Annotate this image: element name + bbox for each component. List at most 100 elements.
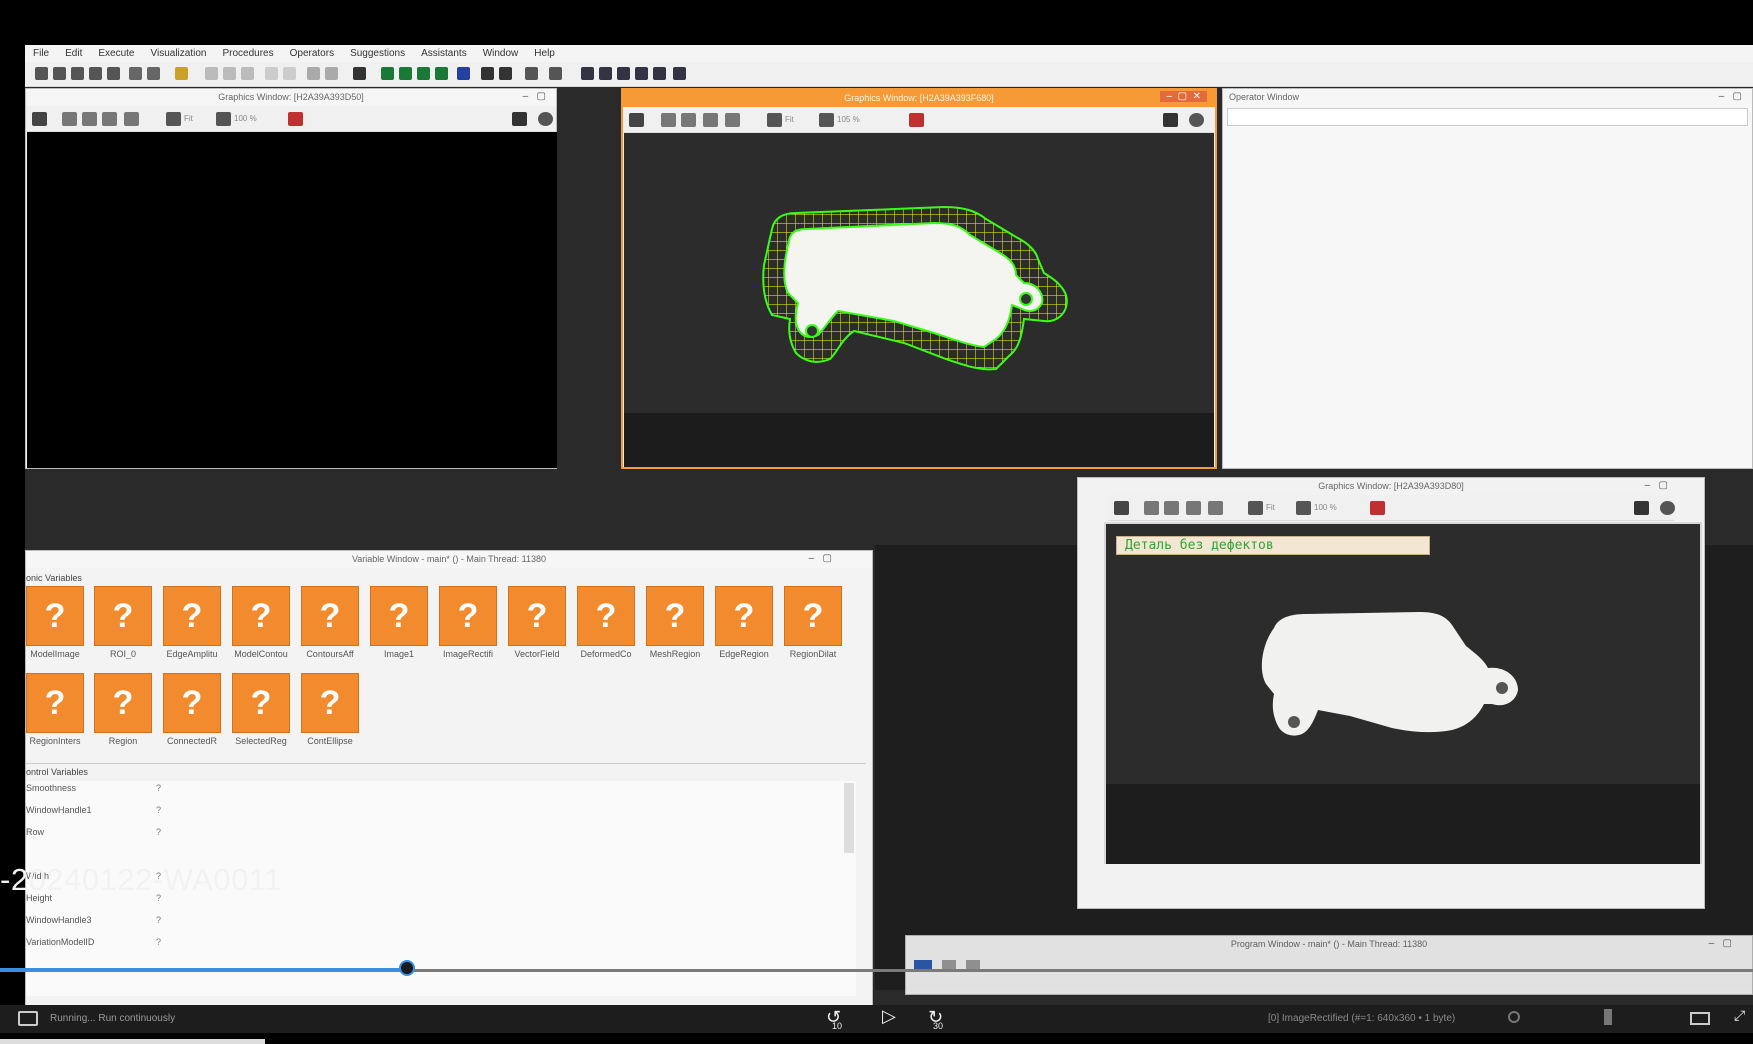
- menu-operators[interactable]: Operators: [282, 48, 342, 59]
- paste-icon[interactable]: [241, 67, 254, 80]
- control-variable-row[interactable]: Row?: [26, 827, 166, 837]
- outdent-icon[interactable]: [325, 67, 338, 80]
- menu-assistants[interactable]: Assistants: [413, 48, 475, 59]
- control-variable-row[interactable]: VariationModelID?: [26, 937, 166, 947]
- edit-icon[interactable]: [32, 112, 47, 126]
- iconic-variable-tile[interactable]: ?: [439, 586, 497, 646]
- menu-suggestions[interactable]: Suggestions: [342, 48, 413, 59]
- gray-histogram-icon[interactable]: [599, 67, 612, 80]
- line-profile-icon[interactable]: [653, 67, 666, 80]
- step-over-icon[interactable]: [399, 67, 412, 80]
- zoom-label[interactable]: 100 %: [234, 114, 257, 123]
- window-controls[interactable]: – ▢: [809, 553, 832, 564]
- captions-icon[interactable]: [18, 1011, 38, 1026]
- zoom-in-icon[interactable]: [725, 113, 740, 127]
- read-image-icon[interactable]: [129, 67, 142, 80]
- miniplayer-icon[interactable]: [1690, 1012, 1710, 1025]
- menu-help[interactable]: Help: [526, 48, 563, 59]
- graphics-window-center[interactable]: Graphics Window: [H2A39A393F680] – ▢ ✕ F…: [621, 88, 1217, 469]
- copy-icon[interactable]: [223, 67, 236, 80]
- iconic-variable-tile[interactable]: ?: [301, 673, 359, 733]
- iconic-variable-tile[interactable]: ?: [508, 586, 566, 646]
- iconic-variable-tile[interactable]: ?: [163, 673, 221, 733]
- zoom-label[interactable]: 100 %: [1314, 503, 1337, 512]
- iconic-variable-tile[interactable]: ?: [163, 586, 221, 646]
- activate-icon[interactable]: [525, 67, 538, 80]
- print-icon[interactable]: [107, 67, 120, 80]
- iconic-variable-tile[interactable]: ?: [232, 586, 290, 646]
- stop-icon[interactable]: [457, 67, 470, 80]
- feature-histogram-icon[interactable]: [617, 67, 630, 80]
- play-icon[interactable]: ▷: [882, 1006, 896, 1027]
- open-image-icon[interactable]: [147, 67, 160, 80]
- iconic-variable-tile[interactable]: ?: [715, 586, 773, 646]
- window-controls[interactable]: – ▢: [523, 91, 546, 102]
- indent-icon[interactable]: [307, 67, 320, 80]
- zoom-window-icon[interactable]: [581, 67, 594, 80]
- zoom-in-icon[interactable]: [1208, 501, 1223, 515]
- edit-icon[interactable]: [629, 113, 644, 127]
- step-into-icon[interactable]: [417, 67, 430, 80]
- window-controls[interactable]: – ▢: [1709, 938, 1732, 949]
- operator-window[interactable]: Operator Window – ▢: [1222, 88, 1753, 469]
- operator-search-input[interactable]: [1227, 108, 1748, 126]
- menu-file[interactable]: File: [25, 48, 57, 59]
- magnifier-icon[interactable]: [703, 113, 718, 127]
- graphics-canvas-bottom[interactable]: Деталь без дефектов: [1104, 522, 1702, 864]
- menu-window[interactable]: Window: [475, 48, 527, 59]
- fit-label[interactable]: Fit: [785, 115, 794, 124]
- zoom-label[interactable]: 105 %: [837, 115, 860, 124]
- color-palette-icon[interactable]: [909, 113, 924, 127]
- iconic-variable-tile[interactable]: ?: [577, 586, 635, 646]
- fit-label[interactable]: Fit: [184, 114, 193, 123]
- menu-visualization[interactable]: Visualization: [143, 48, 215, 59]
- magnifier-icon[interactable]: [102, 112, 117, 126]
- graphics-window-bottom[interactable]: Graphics Window: [H2A39A393D80] – ▢ Fit …: [1077, 477, 1705, 909]
- bulb-icon[interactable]: [1660, 501, 1675, 515]
- hand-icon[interactable]: [1164, 501, 1179, 515]
- graphics-window-left[interactable]: Graphics Window: [H2A39A393D50] – ▢ Fit …: [25, 88, 557, 469]
- pin-icon[interactable]: [512, 112, 527, 126]
- iconic-variable-tile[interactable]: ?: [370, 586, 428, 646]
- pointer-icon[interactable]: [62, 112, 77, 126]
- control-variable-row[interactable]: WindowHandle3?: [26, 915, 166, 925]
- open-example-icon[interactable]: [71, 67, 84, 80]
- settings-icon[interactable]: [549, 67, 562, 80]
- zoom-icon[interactable]: [1296, 501, 1311, 515]
- iconic-variable-tile[interactable]: ?: [94, 586, 152, 646]
- iconic-variable-tile[interactable]: ?: [784, 586, 842, 646]
- video-progress-handle[interactable]: [398, 960, 415, 976]
- run-icon[interactable]: [381, 67, 394, 80]
- car-icon[interactable]: [353, 67, 366, 80]
- menu-edit[interactable]: Edit: [57, 48, 90, 59]
- cut-icon[interactable]: [205, 67, 218, 80]
- program-window[interactable]: Program Window - main* () - Main Thread:…: [905, 935, 1753, 995]
- menu-procedures[interactable]: Procedures: [214, 48, 281, 59]
- fit-icon[interactable]: [1248, 501, 1263, 515]
- variable-window[interactable]: Variable Window - main* () - Main Thread…: [25, 550, 873, 1027]
- magnifier-icon[interactable]: [1186, 501, 1201, 515]
- pin-icon[interactable]: [1163, 113, 1178, 127]
- iconic-variable-tile[interactable]: ?: [26, 673, 84, 733]
- reset-execution-icon[interactable]: [499, 67, 512, 80]
- undo-icon[interactable]: [265, 67, 278, 80]
- graphics-canvas-center[interactable]: [624, 133, 1214, 467]
- ocr-icon[interactable]: [673, 67, 686, 80]
- zoom-icon[interactable]: [819, 113, 834, 127]
- redo-icon[interactable]: [283, 67, 296, 80]
- iconic-variable-tile[interactable]: ?: [94, 673, 152, 733]
- control-variable-row[interactable]: WindowHandle1?: [26, 805, 166, 815]
- hand-icon[interactable]: [681, 113, 696, 127]
- hand-icon[interactable]: [82, 112, 97, 126]
- window-controls[interactable]: – ▢: [1645, 480, 1668, 491]
- pin-icon[interactable]: [1634, 501, 1649, 515]
- iconic-variable-tile[interactable]: ?: [26, 586, 84, 646]
- acquisition-icon[interactable]: [175, 67, 188, 80]
- window-controls[interactable]: – ▢ ✕: [1160, 91, 1207, 102]
- graphics-canvas-left[interactable]: [27, 132, 557, 468]
- menu-execute[interactable]: Execute: [90, 48, 142, 59]
- fit-label[interactable]: Fit: [1266, 503, 1275, 512]
- open-file-icon[interactable]: [53, 67, 66, 80]
- zoom-icon[interactable]: [216, 112, 231, 126]
- iconic-variable-tile[interactable]: ?: [301, 586, 359, 646]
